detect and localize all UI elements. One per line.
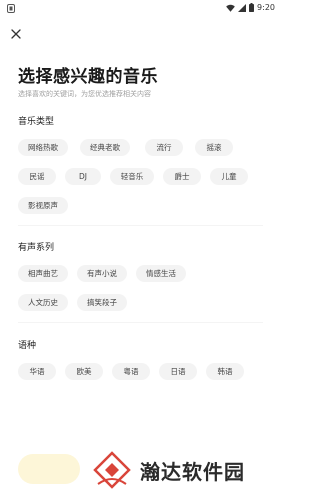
genre-tag-pop[interactable]: 流行: [145, 139, 183, 156]
genre-tag-soundtrack[interactable]: 影视原声: [18, 197, 68, 214]
audio-tag-audio-novel[interactable]: 有声小说: [77, 265, 127, 282]
audio-tag-funny-jokes[interactable]: 搞笑段子: [77, 294, 127, 311]
tag-row: 华语 欧美 粤语 日语 韩语: [18, 363, 268, 380]
watermark-logo-icon: [93, 451, 131, 489]
section-music-type: 音乐类型 网络热歌 经典老歌 流行 摇滚 民谣 DJ 轻音乐 爵士 儿童 影视原…: [18, 114, 268, 226]
genre-tag-dj[interactable]: DJ: [65, 168, 101, 185]
audio-tag-emotional-life[interactable]: 情感生活: [136, 265, 186, 282]
tag-row: 民谣 DJ 轻音乐 爵士 儿童: [18, 168, 268, 185]
audio-tag-humanities-history[interactable]: 人文历史: [18, 294, 68, 311]
section-divider: [18, 225, 263, 226]
tag-row: 影视原声: [18, 197, 268, 214]
language-tag-western[interactable]: 欧美: [65, 363, 103, 380]
genre-tag-internet-hits[interactable]: 网络热歌: [18, 139, 68, 156]
confirm-button[interactable]: [18, 454, 80, 484]
section-divider: [18, 322, 263, 323]
tag-row: 人文历史 搞笑段子: [18, 294, 268, 311]
genre-tag-classic-oldies[interactable]: 经典老歌: [80, 139, 130, 156]
language-tag-cantonese[interactable]: 粤语: [112, 363, 150, 380]
watermark-text: 瀚达软件园: [140, 459, 245, 484]
audio-tag-crosstalk[interactable]: 相声曲艺: [18, 265, 68, 282]
battery-icon: [249, 3, 255, 12]
language-tag-korean[interactable]: 韩语: [206, 363, 244, 380]
watermark: 瀚达软件园: [92, 442, 277, 498]
close-icon: [11, 29, 21, 39]
language-tag-chinese[interactable]: 华语: [18, 363, 56, 380]
genre-tag-light-music[interactable]: 轻音乐: [110, 168, 154, 185]
status-bar: 9:20: [0, 0, 281, 18]
genre-tag-jazz[interactable]: 爵士: [163, 168, 201, 185]
tag-row: 网络热歌 经典老歌 流行 摇滚: [18, 139, 268, 156]
section-audio-series: 有声系列 相声曲艺 有声小说 情感生活 人文历史 搞笑段子: [18, 240, 268, 323]
page-title: 选择感兴趣的音乐: [18, 67, 158, 87]
wifi-icon: [226, 4, 235, 12]
status-time: 9:20: [257, 3, 275, 12]
language-tag-japanese[interactable]: 日语: [159, 363, 197, 380]
genre-tag-rock[interactable]: 摇滚: [195, 139, 233, 156]
app-notification-icon: [7, 4, 15, 13]
section-language: 语种 华语 欧美 粤语 日语 韩语: [18, 338, 268, 392]
genre-tag-folk[interactable]: 民谣: [18, 168, 56, 185]
section-title: 语种: [18, 341, 37, 351]
close-button[interactable]: [8, 26, 24, 42]
section-title: 音乐类型: [18, 117, 55, 127]
page-subtitle: 选择喜欢的关键词，为您优选推荐相关内容: [18, 90, 151, 98]
section-title: 有声系列: [18, 243, 55, 253]
genre-tag-children[interactable]: 儿童: [210, 168, 248, 185]
tag-row: 相声曲艺 有声小说 情感生活: [18, 265, 268, 282]
signal-icon: [238, 3, 247, 12]
